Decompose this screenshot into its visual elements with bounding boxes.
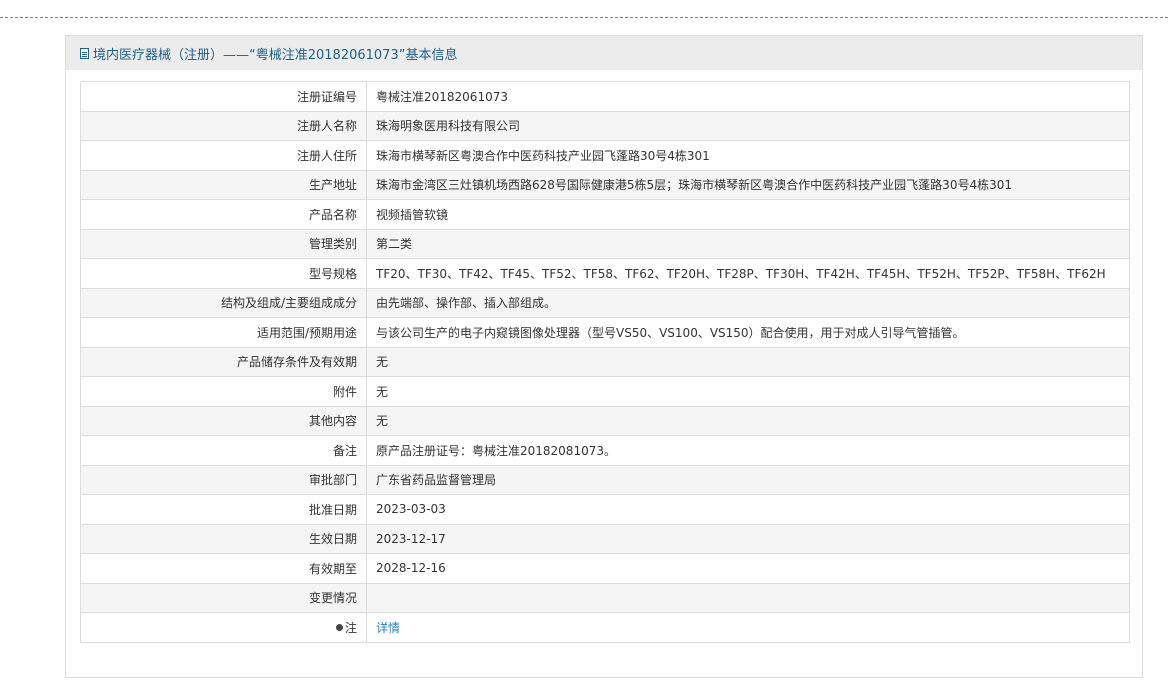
row-value: 无 xyxy=(366,346,1130,377)
row-label: 有效期至 xyxy=(80,553,367,584)
pin-icon xyxy=(335,623,343,631)
row-label: 管理类别 xyxy=(80,228,367,259)
row-label: 变更情况 xyxy=(80,582,367,613)
details-link[interactable]: 详情 xyxy=(376,621,400,635)
note-label: 注 xyxy=(344,620,357,635)
row-value: 2023-03-03 xyxy=(366,494,1130,525)
row-value: 视频插管软镜 xyxy=(366,199,1130,230)
row-value: TF20、TF30、TF42、TF45、TF52、TF58、TF62、TF20H… xyxy=(366,258,1130,289)
table-row: 附件 无 xyxy=(80,376,1130,407)
note-label-cell: 注 xyxy=(80,612,367,643)
row-label: 生产地址 xyxy=(80,169,367,200)
row-value: 广东省药品监督管理局 xyxy=(366,464,1130,495)
table-row: 产品储存条件及有效期 无 xyxy=(80,346,1130,377)
row-label: 注册证编号 xyxy=(80,81,367,112)
row-value: 2023-12-17 xyxy=(366,523,1130,554)
row-value: 与该公司生产的电子内窥镜图像处理器（型号VS50、VS100、VS150）配合使… xyxy=(366,317,1130,348)
info-table: 注册证编号 粤械注准20182061073 注册人名称 珠海明象医用科技有限公司… xyxy=(80,81,1130,643)
row-label: 产品名称 xyxy=(80,199,367,230)
table-row: 变更情况 xyxy=(80,582,1130,613)
table-row: 注册人住所 珠海市横琴新区粤澳合作中医药科技产业园飞蓬路30号4栋301 xyxy=(80,140,1130,171)
row-label: 产品储存条件及有效期 xyxy=(80,346,367,377)
table-row: 型号规格 TF20、TF30、TF42、TF45、TF52、TF58、TF62、… xyxy=(80,258,1130,289)
row-label: 注册人住所 xyxy=(80,140,367,171)
row-value: 由先端部、操作部、插入部组成。 xyxy=(366,287,1130,318)
table-row: 管理类别 第二类 xyxy=(80,228,1130,259)
row-label: 附件 xyxy=(80,376,367,407)
row-label: 型号规格 xyxy=(80,258,367,289)
row-label: 结构及组成/主要组成成分 xyxy=(80,287,367,318)
row-value: 珠海明象医用科技有限公司 xyxy=(366,110,1130,141)
table-row: 审批部门 广东省药品监督管理局 xyxy=(80,464,1130,495)
table-row: 备注 原产品注册证号：粤械注准20182081073。 xyxy=(80,435,1130,466)
row-label: 生效日期 xyxy=(80,523,367,554)
row-value: 原产品注册证号：粤械注准20182081073。 xyxy=(366,435,1130,466)
note-row: 注 详情 xyxy=(80,612,1130,643)
row-value: 珠海市横琴新区粤澳合作中医药科技产业园飞蓬路30号4栋301 xyxy=(366,140,1130,171)
row-value: 第二类 xyxy=(366,228,1130,259)
document-icon xyxy=(80,47,89,59)
row-value: 无 xyxy=(366,376,1130,407)
table-row: 结构及组成/主要组成成分 由先端部、操作部、插入部组成。 xyxy=(80,287,1130,318)
page-title: 境内医疗器械（注册）——“粤械注准20182061073”基本信息 xyxy=(93,47,458,63)
table-row: 注册人名称 珠海明象医用科技有限公司 xyxy=(80,110,1130,141)
row-value: 粤械注准20182061073 xyxy=(366,81,1130,112)
row-label: 其他内容 xyxy=(80,405,367,436)
top-divider xyxy=(0,17,1168,18)
row-label: 批准日期 xyxy=(80,494,367,525)
table-row: 生效日期 2023-12-17 xyxy=(80,523,1130,554)
row-label: 注册人名称 xyxy=(80,110,367,141)
table-row: 适用范围/预期用途 与该公司生产的电子内窥镜图像处理器（型号VS50、VS100… xyxy=(80,317,1130,348)
table-row: 产品名称 视频插管软镜 xyxy=(80,199,1130,230)
row-label: 适用范围/预期用途 xyxy=(80,317,367,348)
note-value-cell: 详情 xyxy=(366,612,1130,643)
table-row: 有效期至 2028-12-16 xyxy=(80,553,1130,584)
row-label: 审批部门 xyxy=(80,464,367,495)
table-row: 其他内容 无 xyxy=(80,405,1130,436)
info-panel: 境内医疗器械（注册）——“粤械注准20182061073”基本信息 注册证编号 … xyxy=(65,35,1143,678)
row-value xyxy=(366,582,1130,613)
table-row: 生产地址 珠海市金湾区三灶镇机场西路628号国际健康港5栋5层；珠海市横琴新区粤… xyxy=(80,169,1130,200)
panel-header: 境内医疗器械（注册）——“粤械注准20182061073”基本信息 xyxy=(66,36,1142,70)
row-value: 2028-12-16 xyxy=(366,553,1130,584)
row-label: 备注 xyxy=(80,435,367,466)
table-row: 批准日期 2023-03-03 xyxy=(80,494,1130,525)
row-value: 无 xyxy=(366,405,1130,436)
row-value: 珠海市金湾区三灶镇机场西路628号国际健康港5栋5层；珠海市横琴新区粤澳合作中医… xyxy=(366,169,1130,200)
table-row: 注册证编号 粤械注准20182061073 xyxy=(80,81,1130,112)
